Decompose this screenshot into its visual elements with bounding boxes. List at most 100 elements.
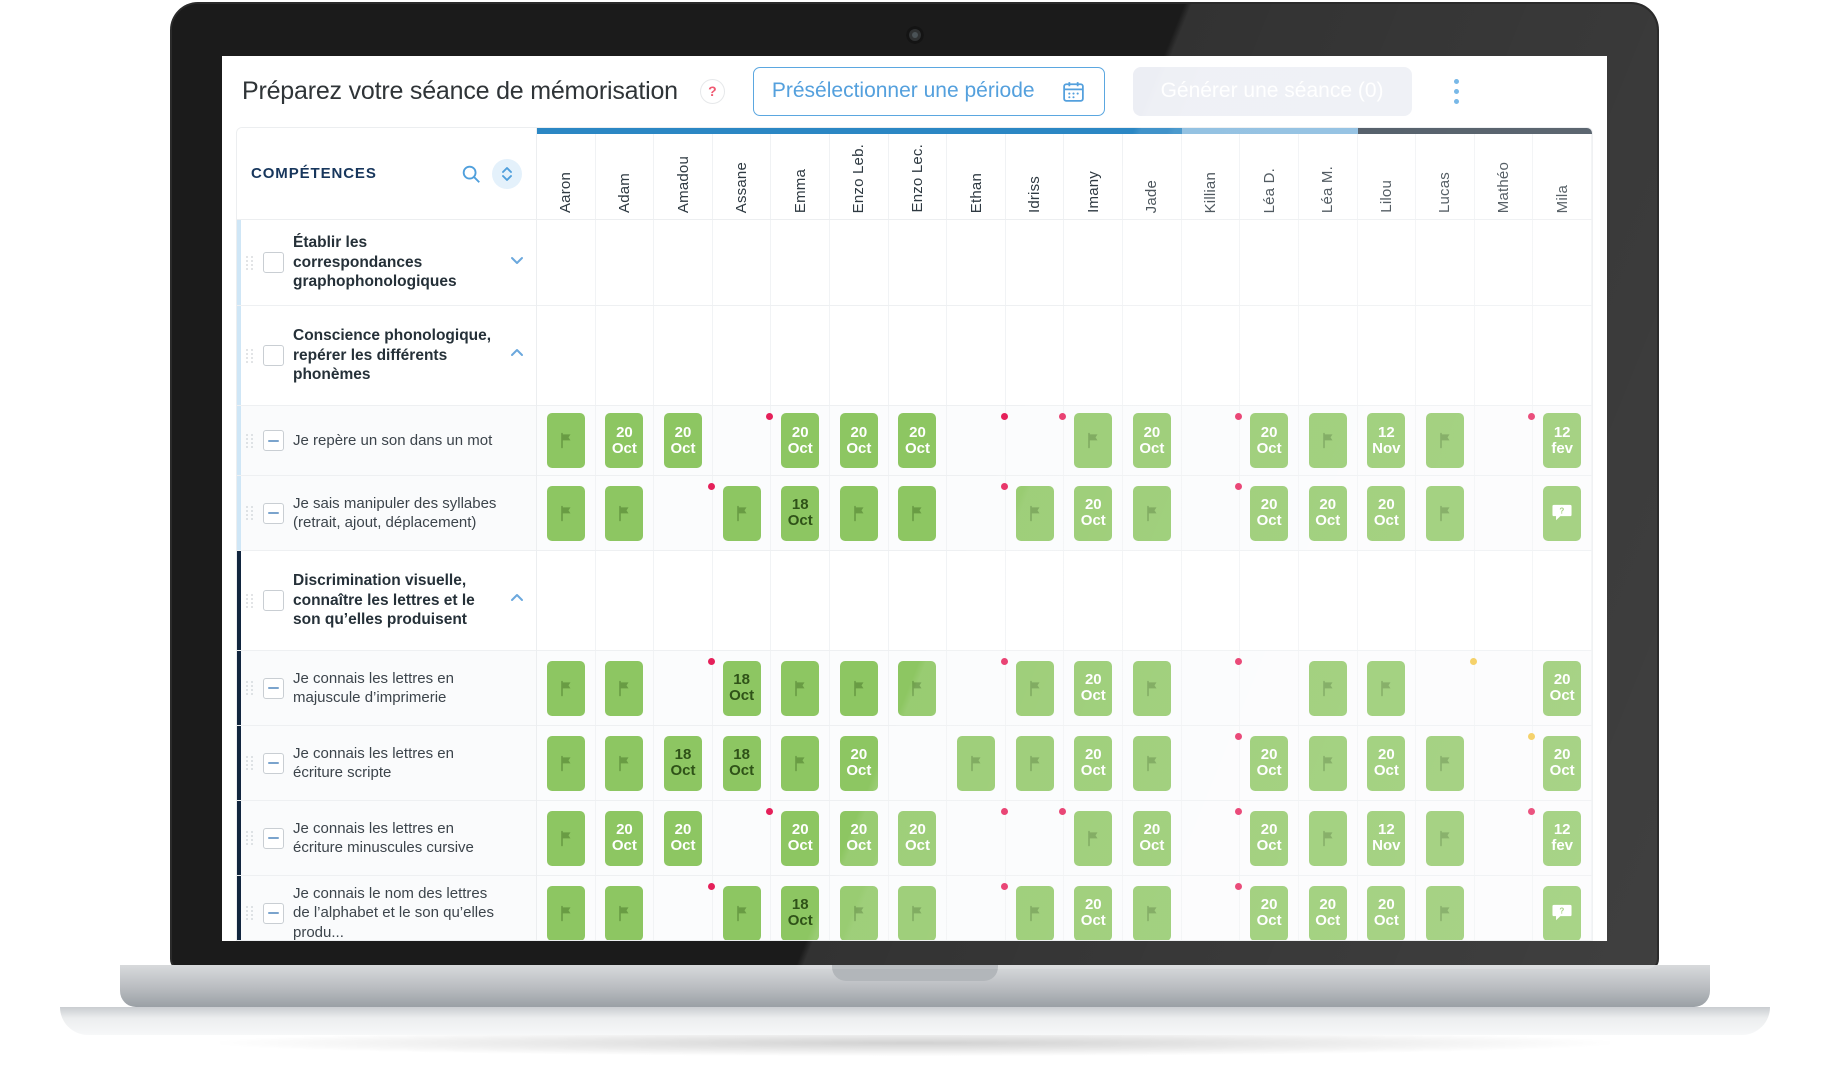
skill-cell[interactable] bbox=[596, 551, 655, 650]
student-column-header[interactable]: Jade bbox=[1123, 134, 1182, 219]
skill-cell[interactable] bbox=[947, 801, 1008, 875]
chevron-up-icon[interactable] bbox=[508, 589, 526, 612]
validated-flag-badge[interactable] bbox=[1015, 885, 1054, 940]
skill-cell[interactable] bbox=[1240, 551, 1299, 650]
date-badge[interactable]: 20 Oct bbox=[1074, 735, 1113, 791]
skill-cell[interactable] bbox=[1182, 476, 1243, 550]
skill-cell[interactable] bbox=[537, 220, 596, 305]
skill-cell[interactable] bbox=[1182, 651, 1243, 725]
skill-cell[interactable] bbox=[1182, 551, 1241, 650]
skill-cell[interactable] bbox=[1358, 551, 1417, 650]
student-column-header[interactable]: Léa D. bbox=[1240, 134, 1299, 219]
drag-handle-icon[interactable] bbox=[245, 433, 254, 448]
row-checkbox[interactable] bbox=[263, 902, 284, 924]
row-checkbox[interactable] bbox=[263, 677, 284, 699]
skill-cell[interactable] bbox=[1416, 551, 1475, 650]
validated-flag-badge[interactable] bbox=[546, 885, 585, 940]
search-icon[interactable] bbox=[460, 163, 482, 185]
skill-cell[interactable] bbox=[654, 651, 715, 725]
student-column-header[interactable]: Emma bbox=[771, 134, 831, 219]
validated-flag-badge[interactable] bbox=[1132, 735, 1171, 791]
skill-cell[interactable] bbox=[1475, 220, 1534, 305]
skill-cell[interactable] bbox=[1182, 876, 1243, 940]
skill-cell[interactable] bbox=[654, 476, 715, 550]
date-badge[interactable]: 20 Oct bbox=[839, 810, 878, 866]
date-badge[interactable]: 20 Oct bbox=[605, 413, 644, 468]
skill-cell[interactable]: 20 Oct bbox=[1240, 876, 1299, 940]
drag-handle-icon[interactable] bbox=[245, 255, 254, 270]
skill-cell[interactable] bbox=[537, 551, 596, 650]
date-badge[interactable]: 20 Oct bbox=[1367, 885, 1406, 940]
competence-row[interactable]: Je connais les lettres en écriture scrip… bbox=[237, 726, 536, 801]
kebab-menu-icon[interactable] bbox=[1444, 74, 1470, 108]
validated-flag-badge[interactable] bbox=[546, 810, 585, 866]
skill-cell[interactable] bbox=[1475, 406, 1536, 475]
skill-cell[interactable] bbox=[1240, 306, 1299, 405]
sort-updown-icon[interactable] bbox=[492, 158, 522, 189]
skill-cell[interactable] bbox=[596, 306, 655, 405]
skill-cell[interactable] bbox=[537, 801, 596, 875]
drag-handle-icon[interactable] bbox=[245, 831, 254, 845]
skill-cell[interactable] bbox=[830, 551, 889, 650]
skill-cell[interactable]: 20 Oct bbox=[1064, 726, 1124, 800]
skill-cell[interactable] bbox=[537, 476, 596, 550]
competence-group-row[interactable]: Discrimination visuelle, connaître les l… bbox=[237, 551, 536, 651]
skill-cell[interactable] bbox=[1475, 726, 1536, 800]
skill-cell[interactable] bbox=[1182, 406, 1243, 475]
skill-cell[interactable] bbox=[596, 726, 655, 800]
validated-flag-badge[interactable] bbox=[722, 885, 761, 940]
student-column-header[interactable]: Enzo Lec. bbox=[889, 134, 948, 219]
skill-cell[interactable] bbox=[830, 476, 889, 550]
date-badge[interactable]: 20 Oct bbox=[839, 413, 878, 468]
date-badge[interactable]: 20 Oct bbox=[1132, 413, 1171, 468]
student-column-header[interactable]: Idriss bbox=[1006, 134, 1065, 219]
validated-flag-badge[interactable] bbox=[1425, 735, 1464, 791]
validated-flag-badge[interactable] bbox=[1425, 413, 1464, 468]
skill-cell[interactable] bbox=[713, 551, 772, 650]
skill-cell[interactable] bbox=[1299, 551, 1358, 650]
skill-cell[interactable] bbox=[713, 876, 772, 940]
skill-cell[interactable]: 20 Oct bbox=[1533, 651, 1592, 725]
skill-cell[interactable] bbox=[1416, 726, 1475, 800]
skill-cell[interactable]: 20 Oct bbox=[771, 406, 831, 475]
date-badge[interactable]: 20 Oct bbox=[1367, 735, 1406, 791]
student-column-header[interactable]: Imany bbox=[1064, 134, 1124, 219]
date-badge[interactable]: 20 Oct bbox=[1367, 485, 1406, 541]
skill-cell[interactable] bbox=[537, 651, 596, 725]
skill-cell[interactable] bbox=[596, 476, 655, 550]
date-badge[interactable]: 20 Oct bbox=[1250, 735, 1289, 791]
skill-cell[interactable] bbox=[830, 306, 889, 405]
validated-flag-badge[interactable] bbox=[1308, 660, 1347, 716]
skill-cell[interactable] bbox=[889, 551, 948, 650]
skill-cell[interactable] bbox=[1533, 306, 1592, 405]
skill-cell[interactable]: 20 Oct bbox=[830, 726, 889, 800]
row-checkbox[interactable] bbox=[263, 590, 284, 611]
validated-flag-badge[interactable] bbox=[898, 485, 937, 541]
skill-cell[interactable]: 18 Oct bbox=[654, 726, 713, 800]
date-badge[interactable]: 18 Oct bbox=[664, 735, 703, 791]
skill-cell[interactable] bbox=[1182, 801, 1243, 875]
skill-cell[interactable] bbox=[1182, 306, 1241, 405]
skill-cell[interactable] bbox=[1475, 551, 1534, 650]
drag-handle-icon[interactable] bbox=[245, 506, 254, 520]
validated-flag-badge[interactable] bbox=[722, 485, 761, 541]
validated-flag-badge[interactable] bbox=[1425, 485, 1464, 541]
skill-cell[interactable] bbox=[1416, 876, 1475, 940]
skill-cell[interactable] bbox=[1358, 306, 1417, 405]
skill-cell[interactable] bbox=[1182, 726, 1243, 800]
date-badge[interactable]: 18 Oct bbox=[781, 885, 820, 940]
skill-cell[interactable]: ? bbox=[1533, 476, 1592, 550]
skill-cell[interactable] bbox=[889, 220, 948, 305]
student-column-header[interactable]: Amadou bbox=[654, 134, 713, 219]
row-checkbox[interactable] bbox=[263, 827, 284, 849]
skill-cell[interactable] bbox=[947, 876, 1008, 940]
skill-cell[interactable] bbox=[1475, 306, 1534, 405]
date-badge[interactable]: 18 Oct bbox=[722, 660, 761, 716]
chevron-up-icon[interactable] bbox=[508, 344, 526, 367]
date-badge[interactable]: 20 Oct bbox=[1308, 485, 1347, 541]
date-badge[interactable]: 20 Oct bbox=[839, 735, 878, 791]
competence-row[interactable]: Je sais manipuler des syllabes (retrait,… bbox=[237, 476, 536, 551]
skill-cell[interactable]: 20 Oct bbox=[1240, 726, 1299, 800]
competence-group-row[interactable]: Conscience phonologique, repérer les dif… bbox=[237, 306, 536, 406]
validated-flag-badge[interactable] bbox=[898, 885, 937, 940]
